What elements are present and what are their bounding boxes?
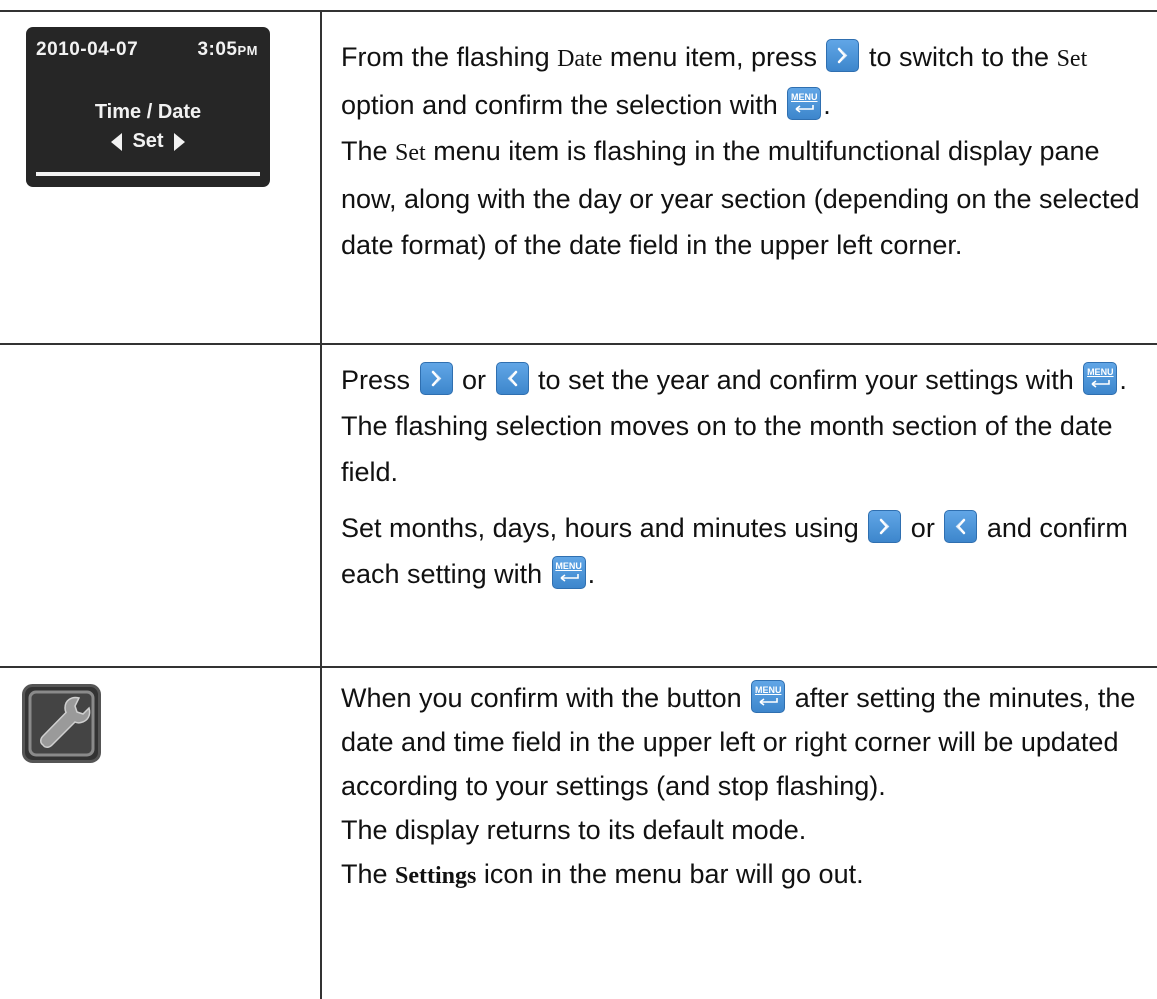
right-button-icon — [826, 39, 860, 72]
menu-button-icon: MENU — [787, 87, 822, 120]
text: From the flashing — [341, 42, 558, 72]
step1-paragraph-1: From the flashing Date menu item, press … — [341, 34, 1141, 128]
text: . — [587, 559, 596, 589]
lcd-underline-bar — [36, 172, 260, 176]
menu-term-settings: Settings — [395, 863, 477, 889]
text: menu item, press — [602, 42, 825, 72]
left-button-icon — [944, 510, 978, 543]
lcd-time: 3:05PM — [197, 39, 258, 61]
menu-button-label: MENU — [791, 92, 818, 102]
menu-button-label: MENU — [1087, 367, 1114, 377]
lcd-menu-option: Set — [26, 130, 270, 153]
right-button-icon — [868, 510, 902, 543]
text: Set months, days, hours and minutes usin… — [341, 513, 867, 543]
text: to set the year and confirm your setting… — [530, 365, 1082, 395]
step1-paragraph-2: The Set menu item is flashing in the mul… — [341, 128, 1141, 268]
text: . — [1119, 365, 1127, 395]
right-button-icon — [419, 362, 453, 395]
instruction-row-set-date: 2010-04-07 3:05PM Time / Date Set From t… — [0, 12, 1157, 343]
step3-paragraph-3: The Settings icon in the menu bar will g… — [341, 852, 1141, 898]
text: to switch to the — [861, 42, 1057, 72]
menu-button-icon: MENU — [1083, 362, 1118, 395]
instruction-row-confirm: When you confirm with the button MENU af… — [0, 668, 1157, 999]
text: The — [341, 136, 396, 166]
lcd-left-arrow-icon — [111, 132, 123, 151]
lcd-time-value: 3:05 — [197, 39, 238, 60]
wrench-icon — [22, 684, 101, 763]
step2-paragraph-1: Press or to set the year and confirm you… — [341, 357, 1141, 403]
left-button-icon — [495, 362, 529, 395]
step1-text: From the flashing Date menu item, press … — [341, 34, 1141, 268]
text: . — [823, 90, 831, 120]
step3-paragraph-1: When you confirm with the button MENU af… — [341, 676, 1141, 808]
lcd-date: 2010-04-07 — [36, 39, 139, 60]
step2-paragraph-3: Set months, days, hours and minutes usin… — [341, 505, 1141, 597]
lcd-option-label: Set — [132, 130, 164, 152]
text: or — [903, 513, 943, 543]
text: menu item is flashing in the multifuncti… — [341, 136, 1140, 260]
lcd-right-arrow-icon — [173, 132, 185, 151]
menu-term-set: Set — [395, 140, 426, 166]
step3-paragraph-2: The display returns to its default mode. — [341, 815, 807, 845]
text: The — [341, 859, 396, 889]
text: option and confirm the selection with — [341, 90, 786, 120]
text: icon in the menu bar will go out. — [476, 859, 864, 889]
text: or — [454, 365, 494, 395]
step3-text: When you confirm with the button MENU af… — [341, 676, 1141, 898]
text: When you confirm with the button — [341, 683, 750, 713]
menu-term-date: Date — [557, 46, 603, 72]
lcd-ampm: PM — [237, 43, 258, 58]
menu-button-icon: MENU — [751, 680, 786, 713]
menu-button-label: MENU — [754, 685, 782, 695]
menu-term-set: Set — [1056, 46, 1088, 72]
lcd-menu-title: Time / Date — [94, 101, 202, 123]
instruction-row-set-values: Press or to set the year and confirm you… — [0, 345, 1157, 666]
text: Press — [341, 365, 418, 395]
manual-page: 2010-04-07 3:05PM Time / Date Set From t… — [0, 0, 1157, 999]
menu-button-icon: MENU — [551, 556, 586, 589]
step2-paragraph-2: The flashing selection moves on to the m… — [341, 411, 1113, 487]
lcd-display: 2010-04-07 3:05PM Time / Date Set — [26, 27, 270, 187]
step2-text: Press or to set the year and confirm you… — [341, 357, 1141, 597]
menu-button-label: MENU — [555, 561, 582, 571]
